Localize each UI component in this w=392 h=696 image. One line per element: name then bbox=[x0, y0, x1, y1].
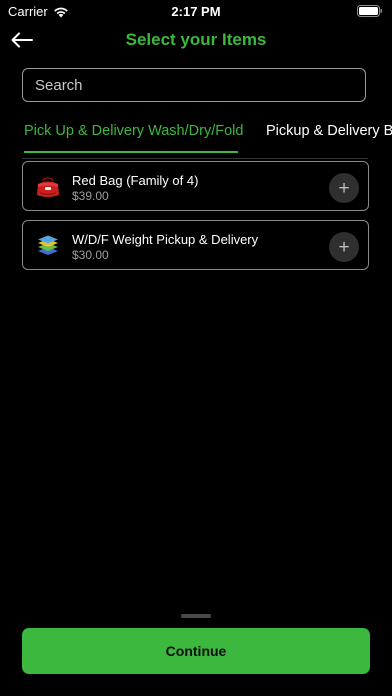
status-time: 2:17 PM bbox=[171, 4, 221, 19]
active-tab-indicator bbox=[24, 151, 238, 153]
red-bag-icon bbox=[37, 177, 59, 197]
tab-wash-dry-fold[interactable]: Pick Up & Delivery Wash/Dry/Fold bbox=[24, 123, 243, 139]
item-price: $30.00 bbox=[72, 248, 109, 262]
status-bar: Carrier 2:17 PM bbox=[0, 0, 392, 22]
item-price: $39.00 bbox=[72, 189, 109, 203]
folded-laundry-icon bbox=[38, 235, 58, 255]
plus-icon: + bbox=[338, 177, 350, 199]
item-card-red-bag[interactable]: Red Bag (Family of 4) $39.00 + bbox=[22, 161, 369, 211]
header: Select your Items bbox=[0, 28, 392, 52]
battery-icon bbox=[357, 5, 382, 17]
search-input[interactable] bbox=[35, 69, 353, 101]
item-name: Red Bag (Family of 4) bbox=[72, 173, 199, 188]
tabs-divider bbox=[22, 158, 368, 159]
continue-button[interactable]: Continue bbox=[22, 628, 370, 674]
plus-icon: + bbox=[338, 236, 350, 258]
add-item-button[interactable]: + bbox=[329, 232, 359, 262]
search-box[interactable] bbox=[22, 68, 366, 102]
item-card-wdf-weight[interactable]: W/D/F Weight Pickup & Delivery $30.00 + bbox=[22, 220, 369, 270]
tab-pickup-delivery-bedding[interactable]: Pickup & Delivery Be bbox=[266, 123, 392, 139]
sheet-handle[interactable] bbox=[181, 614, 211, 618]
item-name: W/D/F Weight Pickup & Delivery bbox=[72, 232, 259, 247]
page-title: Select your Items bbox=[125, 30, 267, 49]
add-item-button[interactable]: + bbox=[329, 173, 359, 203]
category-tabs: Pick Up & Delivery Wash/Dry/Fold Pickup … bbox=[0, 123, 392, 153]
